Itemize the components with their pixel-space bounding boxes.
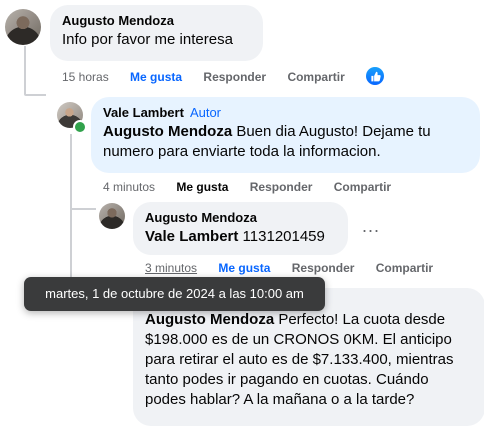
thread-line [24, 46, 26, 94]
comment-author[interactable]: Augusto Mendoza [62, 13, 251, 28]
comment-bubble: Augusto Mendoza Info por favor me intere… [50, 5, 263, 61]
comment-author-line: Vale Lambert Autor [103, 105, 468, 120]
mention-link[interactable]: Augusto Mendoza [145, 311, 274, 328]
comment-time[interactable]: 15 horas [62, 70, 109, 84]
comment-actions: 15 horas Me gusta Responder Compartir [62, 70, 363, 84]
comment-bubble: Vale Lambert Autor Augusto Mendoza Buen d… [91, 97, 480, 173]
mention-link[interactable]: Augusto Mendoza [103, 123, 232, 140]
like-button[interactable]: Me gusta [176, 180, 228, 194]
comment-author[interactable]: Augusto Mendoza [145, 210, 336, 225]
comment-text: Augusto Mendoza Buen dia Augusto! Dejame… [103, 122, 468, 162]
more-options-button[interactable]: ... [362, 216, 380, 237]
like-button[interactable]: Me gusta [218, 261, 270, 275]
comment-text: Info por favor me interesa [62, 31, 233, 48]
mention-link[interactable]: Vale Lambert [145, 228, 238, 245]
like-reaction-icon[interactable] [366, 67, 384, 85]
share-button[interactable]: Compartir [334, 180, 391, 194]
comment-text: Augusto Mendoza Perfecto! La cuota desde… [145, 310, 473, 410]
like-button[interactable]: Me gusta [130, 70, 182, 84]
thread-line [70, 134, 72, 210]
comment-text: Vale Lambert 1131201459 [145, 227, 336, 247]
comment-time[interactable]: 4 minutos [103, 180, 155, 194]
reply-button[interactable]: Responder [203, 70, 266, 84]
comment-body: 1131201459 [238, 228, 325, 245]
online-status-indicator [73, 120, 87, 134]
reply-button[interactable]: Responder [292, 261, 355, 275]
reply-button[interactable]: Responder [250, 180, 313, 194]
comment-actions: 3 minutos Me gusta Responder Compartir [145, 261, 451, 275]
author-badge: Autor [189, 105, 222, 120]
comment-bubble: Augusto Mendoza Vale Lambert 1131201459 [133, 202, 348, 255]
thread-line [24, 94, 46, 96]
share-button[interactable]: Compartir [376, 261, 433, 275]
timestamp-tooltip: martes, 1 de octubre de 2024 a las 10:00… [24, 277, 325, 311]
avatar[interactable] [5, 9, 41, 45]
avatar[interactable] [99, 203, 125, 229]
thread-line [70, 208, 96, 210]
share-button[interactable]: Compartir [287, 70, 344, 84]
comment-author[interactable]: Vale Lambert [103, 105, 184, 120]
comment-time[interactable]: 3 minutos [145, 261, 197, 275]
comment-actions: 4 minutos Me gusta Responder Compartir [103, 180, 409, 194]
